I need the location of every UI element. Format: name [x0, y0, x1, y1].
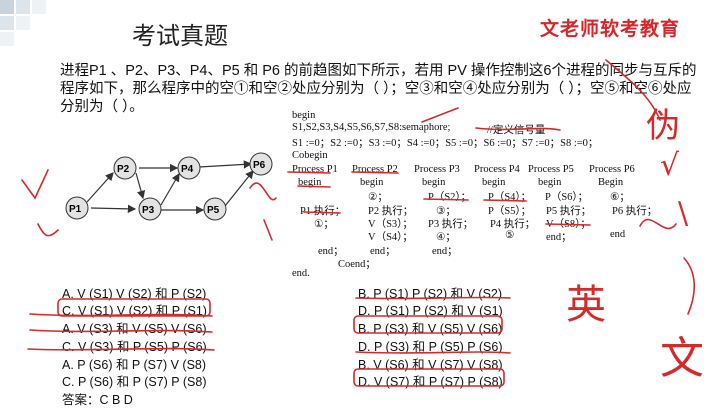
option-q3-d[interactable]: D. V (S7) 和 P (S7) P (S8) [358, 371, 503, 390]
process-header-p6: Process P6 [589, 164, 635, 175]
code-p2-blank2: ②； [368, 192, 388, 203]
code-coend: Coend； [338, 259, 376, 270]
answer-text: 答案：C B D [62, 393, 133, 407]
option-q3-c[interactable]: C. P (S6) 和 P (S7) P (S8) [62, 371, 207, 390]
node-label-p1: P1 [69, 204, 82, 215]
code-begin-p4: begin [482, 177, 506, 188]
code-begin: begin [292, 110, 316, 121]
process-header-p2: Process P2 [352, 164, 398, 175]
handwritten-note-2: √ [660, 148, 680, 183]
code-p6-end: end [610, 229, 626, 240]
node-label-p5: P5 [207, 205, 220, 216]
option-q2-a[interactable]: A. V (S3) 和 V (S5) V (S6) [62, 318, 206, 337]
node-label-p6: P6 [253, 160, 266, 171]
node-label-p3: P3 [142, 205, 155, 216]
code-declaration: S1,S2,S3,S4,S5,S6,S7,S8:semaphore; [292, 122, 451, 133]
code-p1-blank1: ①； [314, 219, 334, 230]
page-title: 考试真题 [132, 22, 228, 50]
code-cobegin: Cobegin [292, 150, 328, 161]
code-p5-end: end； [546, 232, 572, 243]
corner-decoration [0, 0, 46, 46]
handwritten-note-1: 伪 [646, 106, 680, 146]
code-p4-ps4: P（S4）； [488, 192, 532, 203]
code-p5-ps6: P（S6）； [545, 192, 589, 203]
precedence-graph: P1 P2 P3 P4 P5 P6 [65, 152, 273, 221]
node-label-p2: P2 [117, 164, 130, 175]
process-header-p1: Process P1 [292, 164, 338, 175]
process-header-p5: Process P5 [528, 164, 574, 175]
process-header-p3: Process P3 [414, 164, 460, 175]
code-begin-p2: begin [360, 177, 384, 188]
option-q2-b[interactable]: B. P (S3) 和 V (S5) V (S6) [358, 318, 502, 337]
handwritten-note-4: 英 [566, 282, 606, 328]
handwritten-note-3: \ [678, 196, 689, 231]
code-init: S1 :=0；S2 :=0；S3 :=0；S4 :=0；S5 :=0；S6 :=… [292, 138, 599, 149]
code-begin-p1: begin [298, 177, 322, 188]
code-begin-p5: begin [538, 177, 562, 188]
process-header-p4: Process P4 [474, 164, 520, 175]
code-p3-ps2: P（S2）； [428, 192, 472, 203]
node-label-p4: P4 [181, 164, 194, 175]
brand-logo-text: 文老师软考教育 [540, 18, 681, 40]
question-text: 进程P1 、P2、P3、P4、P5 和 P6 的前趋图如下所示，若用 PV 操作… [60, 63, 697, 115]
handwritten-note-5: 文 [660, 333, 704, 384]
option-q2-d[interactable]: D. P (S3) 和 P (S5) P (S6) [358, 336, 503, 355]
code-p2-vs4: V（S4）； [368, 232, 413, 243]
option-q1-d[interactable]: D. P (S1) P (S2) 和 V (S1) [358, 300, 503, 319]
code-p6-exec: P6 执行； [612, 206, 658, 217]
code-p3-end: end； [432, 246, 458, 257]
code-p4-blank5: ⑤ [505, 230, 515, 241]
code-end: end. [292, 268, 310, 279]
option-q2-c[interactable]: C. V (S3) 和 P (S5) P (S6) [62, 336, 207, 355]
code-begin-p6: Begin [598, 177, 624, 188]
option-q1-c[interactable]: C. V (S1) V (S2) 和 P (S1) [62, 300, 207, 319]
code-p6-blank6: ⑥； [610, 192, 630, 203]
code-begin-p3: begin [422, 177, 446, 188]
code-p3-blank4: ④； [436, 232, 456, 243]
